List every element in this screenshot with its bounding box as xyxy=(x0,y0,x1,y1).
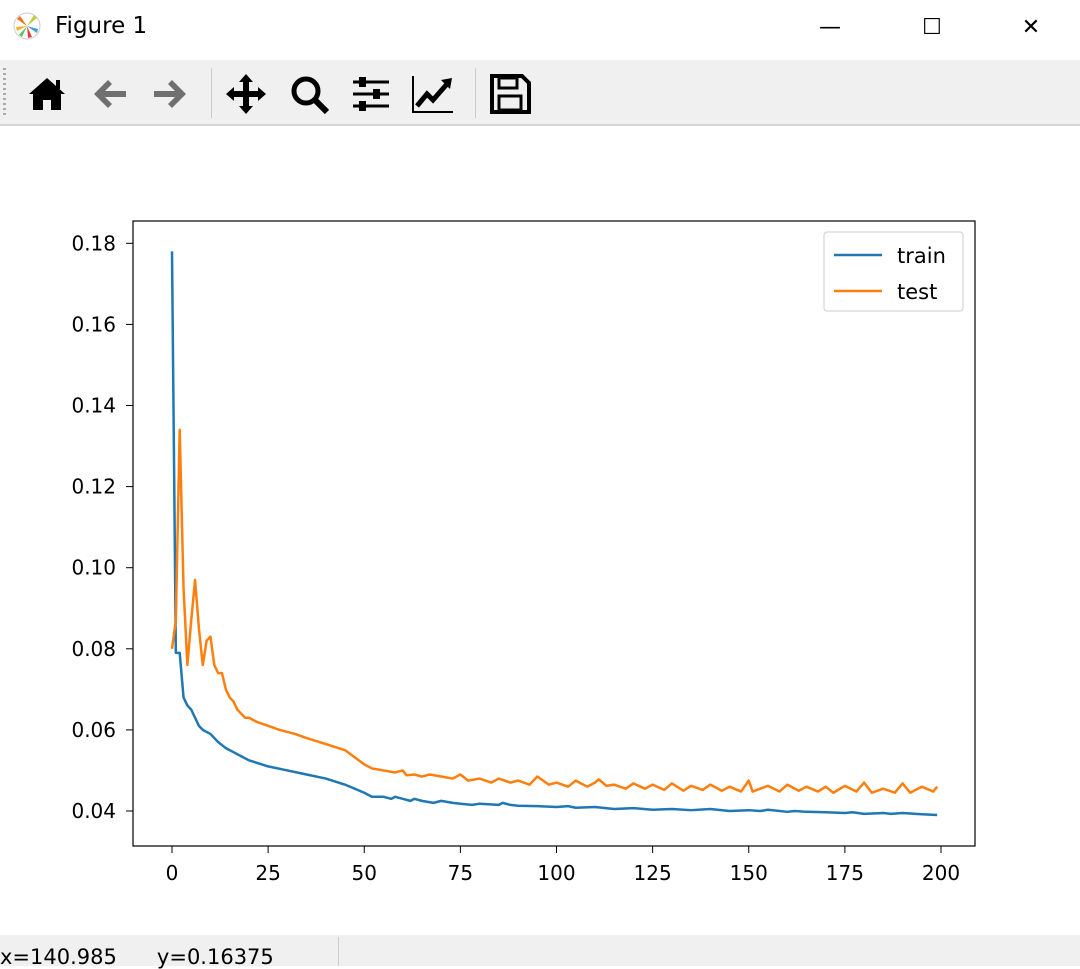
legend-test-label: test xyxy=(897,280,937,304)
navigation-toolbar xyxy=(0,60,1080,126)
x-tick-label: 75 xyxy=(448,861,473,885)
x-tick-label: 50 xyxy=(352,861,377,885)
toolbar-separator xyxy=(475,68,476,118)
status-separator xyxy=(338,937,339,966)
zoom-icon[interactable] xyxy=(287,72,331,116)
x-tick-label: 0 xyxy=(166,861,179,885)
x-tick-label: 200 xyxy=(922,861,960,885)
figure-canvas[interactable]: 0 25 50 75 100 125 150 175 200 0.04 0.06 0.08 0.10 0.… xyxy=(0,126,1080,934)
y-tick-label: 0.18 xyxy=(71,231,116,255)
legend-train-label: train xyxy=(897,244,946,268)
pan-icon[interactable] xyxy=(224,72,268,116)
back-icon[interactable] xyxy=(88,72,132,116)
status-bar: x=140.985 y=0.16375 xyxy=(0,935,1080,969)
maximize-button[interactable]: ☐ xyxy=(912,10,952,44)
edit-axis-icon[interactable] xyxy=(411,72,455,116)
x-tick-label: 175 xyxy=(826,861,864,885)
axes-frame xyxy=(132,220,976,847)
x-tick-label: 125 xyxy=(634,861,672,885)
forward-icon[interactable] xyxy=(148,72,192,116)
configure-subplots-icon[interactable] xyxy=(349,72,393,116)
x-tick-label: 25 xyxy=(255,861,280,885)
title-bar: Figure 1 — ☐ ✕ xyxy=(0,0,1080,56)
matplotlib-logo-icon xyxy=(13,12,41,40)
y-tick-label: 0.10 xyxy=(71,556,116,580)
x-tick-label: 150 xyxy=(730,861,768,885)
x-tick-label: 100 xyxy=(537,861,575,885)
toolbar-grip[interactable] xyxy=(3,68,6,118)
minimize-button[interactable]: — xyxy=(810,10,850,44)
close-button[interactable]: ✕ xyxy=(1011,10,1051,44)
cursor-coordinates: x=140.985 y=0.16375 xyxy=(0,945,274,969)
home-icon[interactable] xyxy=(25,72,69,116)
save-icon[interactable] xyxy=(488,72,532,116)
legend: train test xyxy=(823,231,964,312)
window-title: Figure 1 xyxy=(55,13,148,39)
y-tick-label: 0.06 xyxy=(71,718,116,742)
y-tick-label: 0.14 xyxy=(71,394,116,418)
toolbar-separator xyxy=(211,68,212,118)
y-tick-label: 0.16 xyxy=(71,312,116,336)
y-tick-label: 0.08 xyxy=(71,637,116,661)
y-tick-label: 0.04 xyxy=(71,799,116,823)
y-tick-label: 0.12 xyxy=(71,475,116,499)
